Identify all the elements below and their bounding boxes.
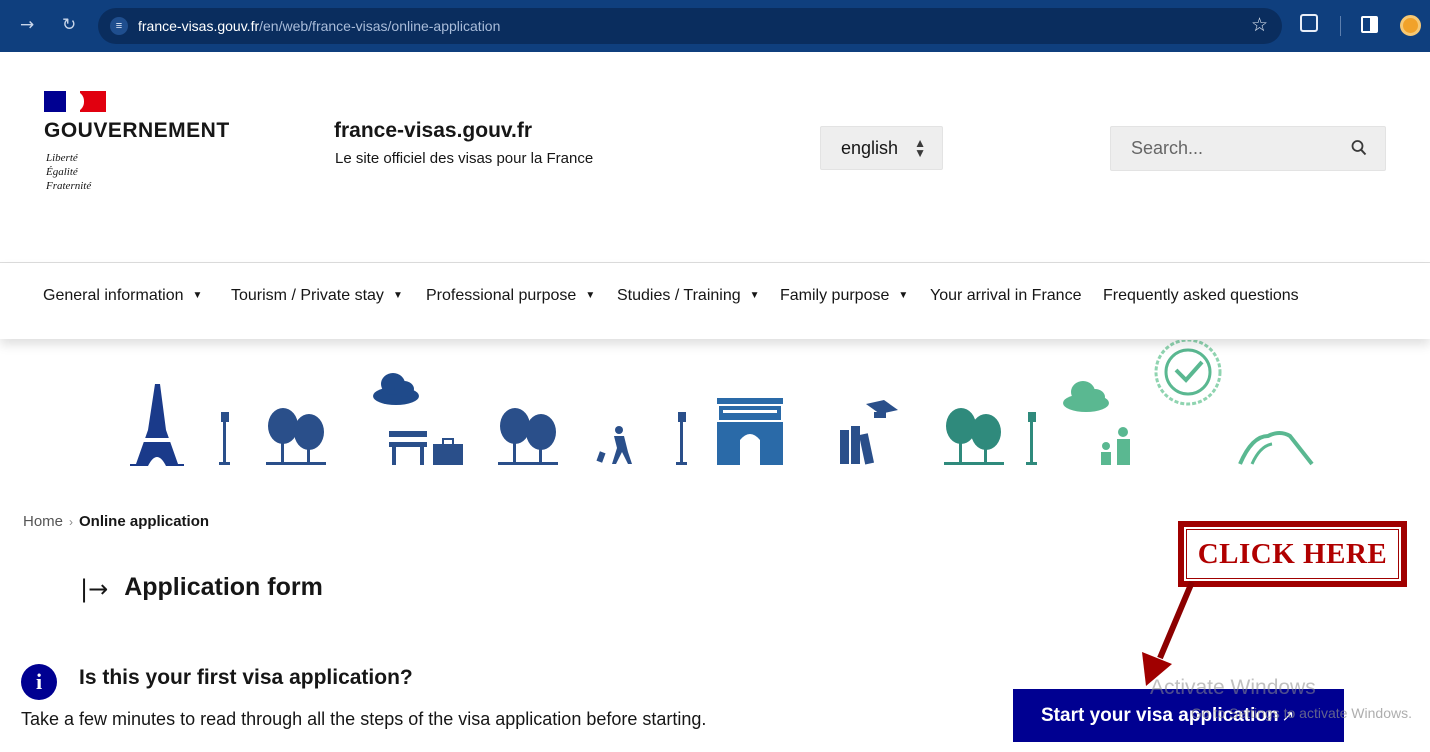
- briefcase-icon: [433, 438, 463, 465]
- info-icon: i: [21, 664, 57, 700]
- breadcrumb: Home › Online application: [23, 513, 209, 530]
- side-panel-icon[interactable]: [1361, 16, 1378, 33]
- traveller-icon: [596, 426, 632, 464]
- caret-down-icon: ▼: [585, 290, 596, 301]
- caret-down-icon: ▼: [898, 290, 909, 301]
- nav-item-faq[interactable]: Frequently asked questions: [1103, 287, 1299, 305]
- nav-item-family[interactable]: Family purpose ▼: [780, 287, 908, 305]
- nav-item-arrival[interactable]: Your arrival in France: [930, 287, 1081, 305]
- government-title[interactable]: GOUVERNEMENT: [44, 119, 230, 143]
- trees-icon: [266, 408, 326, 465]
- street-lamp-icon: [1026, 412, 1037, 465]
- activate-windows-title: Activate Windows: [1150, 676, 1316, 699]
- search-box[interactable]: [1110, 126, 1386, 171]
- cloud-icon: [1063, 381, 1109, 412]
- search-icon[interactable]: [1351, 139, 1367, 157]
- caret-down-icon: ▼: [192, 290, 203, 301]
- address-bar[interactable]: ≡ france-visas.gouv.fr/en/web/france-vis…: [98, 8, 1282, 44]
- nav-item-tourism[interactable]: Tourism / Private stay ▼: [231, 287, 403, 305]
- bookmark-star-icon[interactable]: ☆: [1251, 14, 1268, 38]
- site-name[interactable]: france-visas.gouv.fr: [334, 119, 532, 143]
- site-tagline: Le site officiel des visas pour la Franc…: [335, 150, 594, 167]
- toolbar-divider: [1340, 16, 1341, 36]
- family-icon: [1101, 427, 1130, 465]
- nav-item-general-information[interactable]: General information ▼: [43, 287, 202, 305]
- arrow-right-bar-icon: |→: [80, 575, 109, 603]
- language-value: english: [841, 138, 899, 158]
- nav-item-studies[interactable]: Studies / Training ▼: [617, 287, 760, 305]
- street-lamp-icon: [676, 412, 687, 465]
- marianne-logo[interactable]: [44, 91, 106, 112]
- caret-down-icon: ▼: [392, 290, 403, 301]
- street-lamp-icon: [219, 412, 230, 465]
- extensions-icon[interactable]: [1300, 14, 1318, 32]
- decorative-illustration: [130, 340, 1314, 466]
- application-form-heading: |→ Application form: [80, 573, 323, 603]
- language-select[interactable]: english ▲ ▼: [820, 126, 943, 170]
- caret-down-icon: ▼: [749, 290, 760, 301]
- forward-icon[interactable]: →: [20, 14, 34, 36]
- cloud-icon: [373, 373, 419, 405]
- republic-motto: Liberté Égalité Fraternité: [46, 152, 92, 192]
- site-settings-icon[interactable]: ≡: [110, 17, 128, 35]
- breadcrumb-home[interactable]: Home: [23, 513, 63, 530]
- books-icon: [840, 400, 898, 465]
- browser-toolbar: → ↻ ≡ france-visas.gouv.fr/en/web/france…: [0, 0, 1430, 52]
- arc-de-triomphe-icon: [717, 398, 783, 465]
- first-application-description: Take a few minutes to read through all t…: [21, 709, 707, 729]
- select-arrows-icon: ▲ ▼: [914, 136, 926, 160]
- click-here-callout: CLICK HERE: [1178, 521, 1407, 587]
- nav-item-professional[interactable]: Professional purpose ▼: [426, 287, 595, 305]
- breadcrumb-current: Online application: [79, 513, 210, 530]
- eiffel-tower-icon: [130, 384, 184, 466]
- trees-icon: [944, 408, 1004, 465]
- mountain-icon: [1238, 431, 1314, 466]
- url-text[interactable]: france-visas.gouv.fr/en/web/france-visas…: [138, 17, 500, 35]
- pointer-arrow-icon: [1142, 580, 1195, 686]
- reload-icon[interactable]: ↻: [62, 14, 76, 36]
- first-application-question: Is this your first visa application?: [79, 666, 413, 689]
- bench-icon: [389, 431, 427, 465]
- activate-windows-subtitle: Go to Settings to activate Windows.: [1191, 705, 1412, 721]
- breadcrumb-separator: ›: [69, 515, 74, 529]
- trees-icon: [498, 408, 558, 465]
- main-navigation: General information ▼ Tourism / Private s…: [0, 263, 1430, 339]
- stamp-seal-icon: [1154, 340, 1222, 406]
- search-input[interactable]: [1111, 127, 1341, 170]
- form-heading-title: Application form: [124, 573, 323, 601]
- profile-avatar[interactable]: [1400, 15, 1421, 36]
